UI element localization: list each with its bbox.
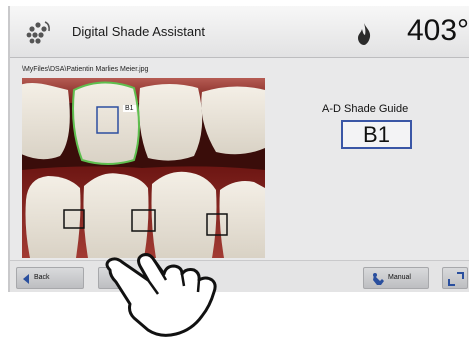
back-arrow-icon — [23, 274, 29, 284]
expand-icon — [448, 272, 464, 286]
temperature-readout: 403° — [407, 14, 469, 47]
manual-label: Manual — [388, 274, 411, 281]
back-label: Back — [34, 274, 50, 281]
app-title: Digital Shade Assistant — [72, 24, 205, 39]
hand-tool-icon — [373, 273, 384, 285]
shade-guide-title: A-D Shade Guide — [322, 103, 409, 115]
shade-value: B1 — [341, 120, 412, 149]
file-path: \MyFiles\DSA\Patientin Marlies Meier.jpg — [22, 66, 149, 73]
tooth-shade-label: B1 — [123, 105, 136, 112]
expand-button[interactable] — [442, 267, 468, 289]
back-button[interactable]: Back — [16, 267, 84, 289]
pointing-hand-icon — [105, 253, 217, 337]
teeth-photo[interactable]: B1 — [22, 78, 265, 258]
manual-button[interactable]: Manual — [363, 267, 429, 289]
teeth-dots-icon — [26, 21, 50, 44]
header-bar: Digital Shade Assistant 403° — [10, 6, 469, 58]
flame-icon — [358, 23, 371, 45]
